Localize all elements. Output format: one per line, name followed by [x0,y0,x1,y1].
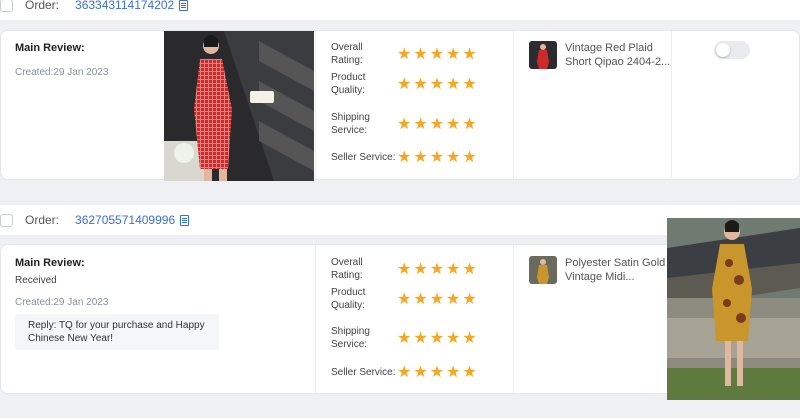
star-icon: ★ [446,259,461,278]
star-icon: ★ [462,74,477,93]
rating-label: Seller Service: [331,366,396,378]
star-icon: ★ [429,362,445,381]
rating-seller-service: Seller Service: ★ ★ ★ ★ ★ [331,364,477,380]
star-rating: ★ ★ ★ ★ ★ [397,364,477,380]
rating-label: Shipping Service: [331,326,370,350]
star-icon: ★ [429,147,445,166]
rating-product-quality: Product Quality: ★ ★ ★ ★ ★ [331,286,477,312]
order-select-checkbox[interactable] [0,0,13,12]
rating-label: Product Quality: [331,287,366,311]
rating-shipping-service: Shipping Service: ★ ★ ★ ★ ★ [331,111,477,137]
star-icon: ★ [413,74,428,93]
product-name[interactable]: Polyester Satin Gold Vintage Midi... [565,256,671,284]
star-rating: ★ ★ ★ ★ ★ [397,149,477,165]
star-icon: ★ [413,362,428,381]
star-icon: ★ [397,362,412,381]
star-icon: ★ [429,74,445,93]
order-label: Order: [25,213,60,227]
review-card: Main Review: Created:29 Jan 2023 Overall… [0,30,800,181]
star-rating: ★ ★ ★ ★ ★ [397,76,477,92]
rating-label: Product Quality: [331,72,366,96]
rating-shipping-service: Shipping Service: ★ ★ ★ ★ ★ [331,325,477,351]
star-icon: ★ [397,259,412,278]
order-label: Order: [25,0,60,12]
star-icon: ★ [462,147,477,166]
star-icon: ★ [429,328,445,347]
star-icon: ★ [397,289,412,308]
star-rating: ★ ★ ★ ★ ★ [397,46,477,62]
product-preview-image [667,218,800,400]
star-icon: ★ [462,328,477,347]
star-icon: ★ [397,44,412,63]
product-name[interactable]: Vintage Red Plaid Short Qipao 2404-2... [565,41,671,69]
rating-label: Overall Rating: [331,257,363,281]
star-icon: ★ [429,114,445,133]
rating-overall: Overall Rating: ★ ★ ★ ★ ★ [331,256,477,282]
rating-overall: Overall Rating: ★ ★ ★ ★ ★ [331,41,477,67]
star-icon: ★ [462,289,477,308]
star-rating: ★ ★ ★ ★ ★ [397,261,477,277]
star-icon: ★ [397,328,412,347]
star-icon: ★ [397,74,412,93]
product-link[interactable]: Polyester Satin Gold Vintage Midi... [529,256,671,284]
main-review-title: Main Review: [15,42,85,54]
rating-product-quality: Product Quality: ★ ★ ★ ★ ★ [331,71,477,97]
created-date: Created:29 Jan 2023 [15,297,109,308]
order-number-link[interactable]: 363343114174202 [75,0,174,12]
order-number-link[interactable]: 362705571409996 [75,213,175,227]
star-icon: ★ [462,259,477,278]
star-icon: ★ [446,328,461,347]
star-icon: ★ [446,147,461,166]
order-select-checkbox[interactable] [0,213,13,227]
product-thumbnail[interactable] [529,256,557,284]
star-icon: ★ [429,289,445,308]
main-review-title: Main Review: [15,257,85,269]
star-icon: ★ [413,259,428,278]
star-rating: ★ ★ ★ ★ ★ [397,116,477,132]
star-icon: ★ [446,289,461,308]
star-icon: ★ [413,147,428,166]
seller-reply: Reply: TQ for your purchase and Happy Ch… [15,314,219,350]
star-icon: ★ [397,114,412,133]
review-text: Received [15,275,57,286]
star-rating: ★ ★ ★ ★ ★ [397,330,477,346]
star-icon: ★ [413,44,428,63]
copy-icon[interactable] [179,0,189,11]
rating-label: Seller Service: [331,151,396,163]
rating-label: Overall Rating: [331,42,363,66]
star-icon: ★ [413,289,428,308]
star-icon: ★ [446,74,461,93]
star-icon: ★ [413,114,428,133]
star-icon: ★ [446,114,461,133]
star-icon: ★ [429,259,445,278]
review-photo[interactable] [164,31,314,181]
star-icon: ★ [462,114,477,133]
star-icon: ★ [429,44,445,63]
created-date: Created:29 Jan 2023 [15,67,109,78]
copy-icon[interactable] [180,214,190,226]
order-header: Order: 363343114174202 [0,0,800,20]
star-icon: ★ [462,44,477,63]
rating-seller-service: Seller Service: ★ ★ ★ ★ ★ [331,149,477,165]
product-thumbnail[interactable] [529,41,557,69]
star-icon: ★ [462,362,477,381]
publish-toggle[interactable] [714,41,750,59]
product-link[interactable]: Vintage Red Plaid Short Qipao 2404-2... [529,41,671,69]
star-icon: ★ [446,44,461,63]
star-icon: ★ [397,147,412,166]
star-icon: ★ [413,328,428,347]
rating-label: Shipping Service: [331,112,370,136]
star-rating: ★ ★ ★ ★ ★ [397,291,477,307]
star-icon: ★ [446,362,461,381]
